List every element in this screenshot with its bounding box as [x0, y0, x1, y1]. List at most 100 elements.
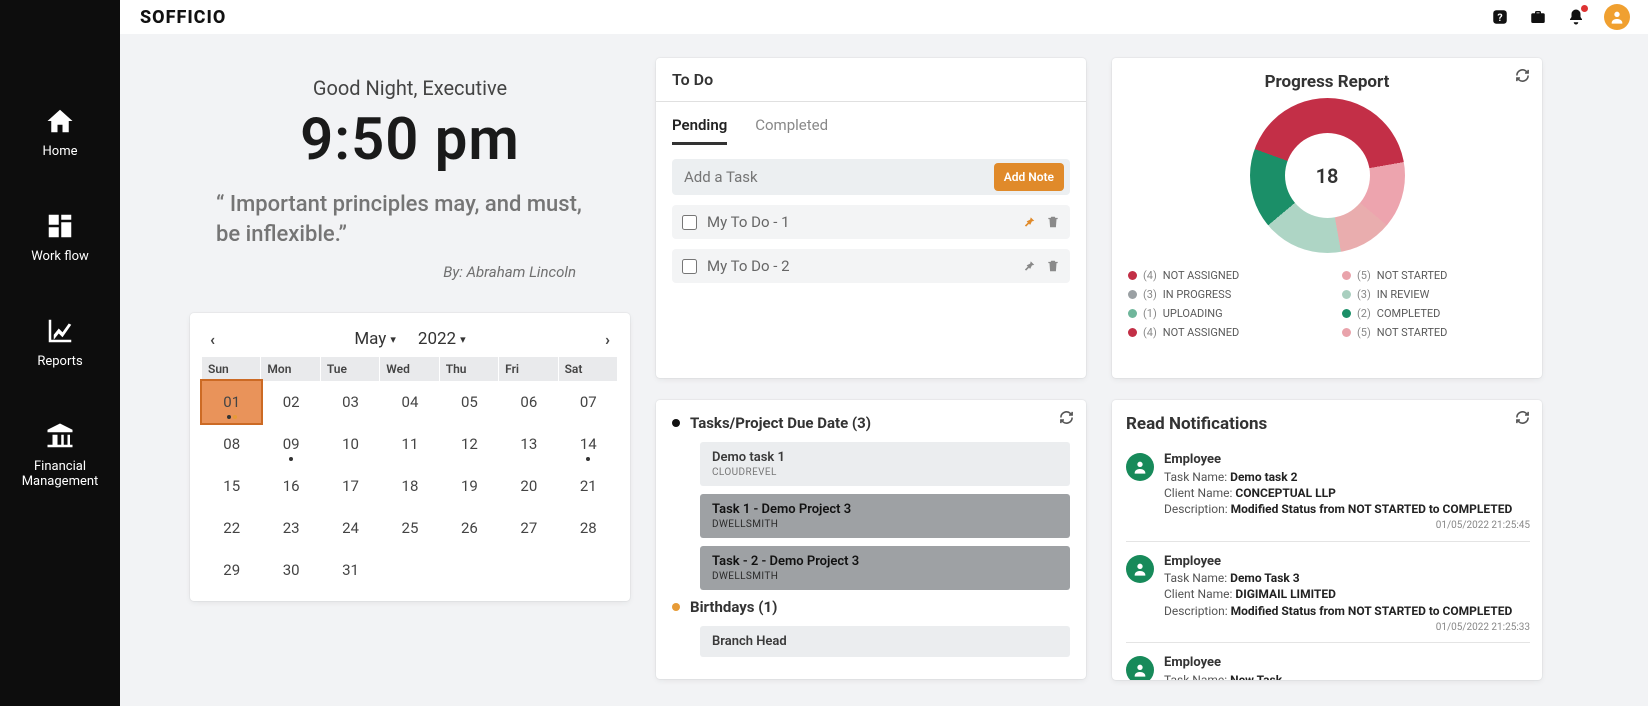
calendar-month-select[interactable]: May ▾: [354, 329, 396, 349]
greeting-text: Good Night, Executive: [214, 76, 606, 100]
add-note-button[interactable]: Add Note: [994, 163, 1064, 191]
due-task-item[interactable]: Task - 2 - Demo Project 3DWELLSMITH: [700, 546, 1070, 590]
col-left: Good Night, Executive 9:50 pm “ Importan…: [190, 58, 630, 706]
nav-workflow[interactable]: Work flow: [0, 205, 120, 270]
calendar-day[interactable]: 08: [202, 423, 261, 465]
notification-client: DIGIMAIL LIMITED: [1235, 587, 1336, 601]
birthdays-title: Birthdays (1): [690, 598, 777, 616]
calendar-dow: Thu: [440, 357, 499, 381]
calendar-day[interactable]: 24: [321, 507, 380, 549]
nav-workflow-label: Work flow: [31, 249, 89, 264]
nav-financial-label: Financial Management: [4, 459, 116, 489]
swatch-icon: [1342, 328, 1351, 337]
todo-tabs: Pending Completed: [672, 116, 1070, 145]
legend-label: COMPLETED: [1377, 307, 1441, 320]
calendar-day[interactable]: 09: [261, 423, 320, 465]
nav-home[interactable]: Home: [0, 100, 120, 165]
legend-item[interactable]: (2)COMPLETED: [1342, 307, 1526, 320]
todo-checkbox[interactable]: [682, 259, 697, 274]
calendar-day[interactable]: 17: [321, 465, 380, 507]
calendar-day[interactable]: 22: [202, 507, 261, 549]
calendar-day[interactable]: 10: [321, 423, 380, 465]
birthdays-header[interactable]: Birthdays (1): [672, 598, 1070, 616]
calendar-day[interactable]: 19: [440, 465, 499, 507]
legend-item[interactable]: (1)UPLOADING: [1128, 307, 1312, 320]
legend-label: NOT STARTED: [1377, 326, 1448, 339]
calendar-day[interactable]: 28: [559, 507, 618, 549]
avatar-icon: [1126, 453, 1154, 481]
calendar-day[interactable]: 12: [440, 423, 499, 465]
refresh-icon[interactable]: [1515, 410, 1530, 425]
calendar-day[interactable]: 01: [202, 381, 261, 423]
nav-reports[interactable]: Reports: [0, 310, 120, 375]
calendar-day[interactable]: 02: [261, 381, 320, 423]
calendar-day[interactable]: 13: [499, 423, 558, 465]
trash-icon[interactable]: [1046, 215, 1060, 229]
calendar-day[interactable]: 05: [440, 381, 499, 423]
calendar-day[interactable]: 18: [380, 465, 439, 507]
legend-item[interactable]: (4)NOT ASSIGNED: [1128, 326, 1312, 339]
birthdays-list: Branch Head: [672, 626, 1070, 657]
help-icon[interactable]: ?: [1490, 7, 1510, 27]
notification-timestamp: 01/05/2022 21:25:45: [1164, 519, 1530, 533]
notification-item[interactable]: Employee Task Name: New Task Client Name…: [1126, 645, 1530, 680]
avatar[interactable]: [1604, 4, 1630, 30]
calendar-year-select[interactable]: 2022▾: [418, 329, 466, 349]
chevron-down-icon: ▾: [390, 333, 396, 346]
calendar-day[interactable]: 15: [202, 465, 261, 507]
calendar-day[interactable]: 20: [499, 465, 558, 507]
notification-item[interactable]: Employee Task Name: Demo Task 3 Client N…: [1126, 544, 1530, 641]
notification-desc: Modified Status from NOT STARTED to COMP…: [1231, 604, 1513, 618]
legend-item[interactable]: (3)IN PROGRESS: [1128, 288, 1312, 301]
calendar-day[interactable]: 06: [499, 381, 558, 423]
calendar-day[interactable]: 27: [499, 507, 558, 549]
bullet-icon: [672, 603, 680, 611]
tasks-due-header[interactable]: Tasks/Project Due Date (3): [672, 414, 1070, 432]
legend-item[interactable]: (5)NOT STARTED: [1342, 326, 1526, 339]
bell-icon[interactable]: [1566, 7, 1586, 27]
calendar-day[interactable]: 11: [380, 423, 439, 465]
legend-item[interactable]: (4)NOT ASSIGNED: [1128, 269, 1312, 282]
due-task-item[interactable]: Demo task 1CLOUDREVEL: [700, 442, 1070, 486]
birthday-item[interactable]: Branch Head: [700, 626, 1070, 657]
swatch-icon: [1342, 271, 1351, 280]
calendar-day[interactable]: 26: [440, 507, 499, 549]
trash-icon[interactable]: [1046, 259, 1060, 273]
calendar-day[interactable]: 23: [261, 507, 320, 549]
notifications-list: Employee Task Name: Demo task 2 Client N…: [1126, 442, 1530, 680]
pin-icon[interactable]: [1022, 259, 1036, 273]
calendar-day[interactable]: 16: [261, 465, 320, 507]
legend-count: (1): [1143, 307, 1157, 320]
calendar-day[interactable]: 29: [202, 549, 261, 591]
calendar-month-label: May: [354, 329, 386, 349]
todo-checkbox[interactable]: [682, 215, 697, 230]
nav-financial[interactable]: Financial Management: [0, 415, 120, 495]
calendar-day[interactable]: 25: [380, 507, 439, 549]
calendar-day[interactable]: 21: [559, 465, 618, 507]
refresh-icon[interactable]: [1515, 68, 1530, 83]
calendar-day[interactable]: 04: [380, 381, 439, 423]
legend-item[interactable]: (5)NOT STARTED: [1342, 269, 1526, 282]
due-task-item[interactable]: Task 1 - Demo Project 3DWELLSMITH: [700, 494, 1070, 538]
add-task-input[interactable]: [684, 168, 994, 186]
sidebar: Home Work flow Reports Financial Managem…: [0, 0, 120, 706]
pin-icon[interactable]: [1022, 215, 1036, 229]
refresh-icon[interactable]: [1059, 410, 1074, 425]
notification-task: Demo task 2: [1230, 470, 1297, 484]
tab-pending[interactable]: Pending: [672, 116, 727, 145]
legend-label: NOT ASSIGNED: [1163, 269, 1239, 282]
calendar-prev-button[interactable]: ‹: [210, 330, 215, 349]
briefcase-icon[interactable]: [1528, 7, 1548, 27]
calendar-day[interactable]: 31: [321, 549, 380, 591]
calendar-next-button[interactable]: ›: [605, 330, 610, 349]
calendar-day[interactable]: 03: [321, 381, 380, 423]
legend-item[interactable]: (3)IN REVIEW: [1342, 288, 1526, 301]
calendar-day[interactable]: 30: [261, 549, 320, 591]
tab-completed[interactable]: Completed: [755, 116, 828, 145]
calendar-day[interactable]: 07: [559, 381, 618, 423]
calendar-dow: Sat: [559, 357, 618, 381]
notification-item[interactable]: Employee Task Name: Demo task 2 Client N…: [1126, 442, 1530, 539]
main: Good Night, Executive 9:50 pm “ Importan…: [120, 34, 1648, 706]
calendar-day[interactable]: 14: [559, 423, 618, 465]
col-right: Progress Report 18 (4)NOT ASSIGNED(5)NOT…: [1112, 58, 1542, 706]
